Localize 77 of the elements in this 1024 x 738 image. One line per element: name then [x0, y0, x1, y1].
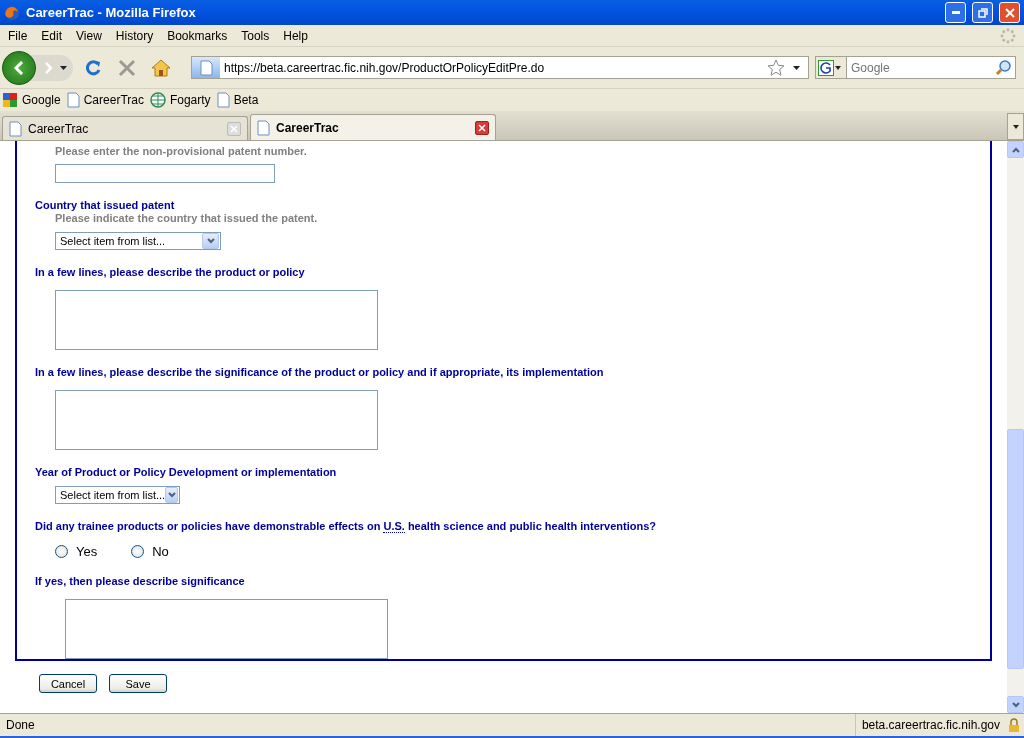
page-icon [257, 119, 270, 136]
menu-item[interactable]: Help [277, 28, 316, 43]
dropdown-arrow-icon[interactable] [60, 65, 67, 70]
padlock-icon [1008, 717, 1020, 733]
bookmark-link[interactable]: Google [2, 92, 61, 108]
field-label: Year of Product or Policy Development or implementation [35, 466, 338, 479]
close-icon [230, 124, 238, 133]
chevron-icon [167, 492, 176, 498]
reload-icon [84, 58, 102, 77]
dropdown-arrow-icon [1012, 124, 1019, 129]
browser-tab[interactable]: CareerTrac [250, 114, 496, 140]
bookmark-link[interactable]: Beta [216, 92, 259, 108]
dropdown[interactable]: Select item from list... [55, 232, 221, 250]
browser-logo-icon [4, 4, 20, 21]
bookmark-link[interactable]: CareerTrac [66, 92, 144, 108]
window-title: CareerTrac - Mozilla Firefox [26, 5, 197, 20]
menu-item[interactable]: View [70, 28, 110, 43]
tab-list-button[interactable] [1007, 113, 1024, 140]
form-button[interactable]: Save [109, 674, 167, 693]
close-icon [1004, 7, 1015, 18]
menu-item[interactable]: Tools [235, 28, 278, 43]
close-icon [478, 123, 486, 132]
address-bar[interactable]: https://beta.careertrac.fic.nih.gov/ProductOrPolicyEditPre.do [191, 56, 809, 79]
back-button[interactable] [2, 50, 36, 85]
radio-button[interactable] [55, 545, 68, 558]
search-icon[interactable] [995, 59, 1012, 76]
form-button[interactable]: Cancel [39, 674, 97, 693]
field-label: If yes, then please describe significance [35, 575, 246, 588]
chevron-icon [206, 238, 215, 244]
field-label: In a few lines, please describe the significance of the product or policy and if appropriate, its implementation [35, 366, 605, 379]
page-icon [9, 120, 22, 137]
stop-icon [118, 58, 136, 77]
dropdown-arrow-icon [835, 65, 841, 70]
scroll-up-button[interactable] [1007, 141, 1024, 158]
menu-item[interactable]: Edit [35, 28, 71, 43]
text-area[interactable] [65, 599, 388, 659]
menu-item[interactable]: File [2, 28, 36, 43]
text-area[interactable] [55, 290, 378, 350]
throbber-icon [1000, 27, 1016, 44]
tab-close-button[interactable] [475, 120, 489, 135]
radio-label: Yes [76, 544, 98, 559]
browser-tab[interactable]: CareerTrac [2, 116, 248, 140]
field-label: Country that issued patent [35, 199, 176, 212]
field-label: Did any trainee products or policies have demonstrable effects on U.S. health science and public health interventions? [35, 520, 658, 533]
star-icon[interactable] [767, 59, 785, 76]
field-label: In a few lines, please describe the product or policy [35, 266, 306, 279]
scroll-down-button[interactable] [1007, 696, 1024, 713]
search-box[interactable]: Google [815, 56, 1016, 79]
address-field[interactable]: https://beta.careertrac.fic.nih.gov/ProductOrPolicyEditPre.do [220, 60, 767, 75]
chevron-up-icon [1011, 146, 1020, 153]
google-icon [2, 92, 18, 108]
menu-item[interactable]: History [109, 28, 162, 43]
menu-item[interactable]: Bookmarks [161, 28, 236, 43]
bookmark-link[interactable]: Fogarty [149, 92, 211, 108]
minimize-icon [951, 11, 960, 14]
globe-icon [149, 92, 166, 108]
restore-icon [977, 7, 988, 18]
field-hint: Please indicate the country that issued the patent. [55, 212, 319, 225]
field-hint: Please enter the non-provisional patent number. [55, 145, 308, 158]
home-icon [151, 58, 171, 77]
text-area[interactable] [55, 390, 378, 450]
radio-button[interactable] [131, 545, 145, 558]
dropdown[interactable]: Select item from list... [55, 486, 180, 504]
minimize-button[interactable] [945, 2, 966, 23]
page-icon [199, 59, 213, 76]
dropdown-arrow-icon[interactable] [793, 65, 800, 70]
chevron-down-icon [1011, 701, 1020, 708]
search-engine-button[interactable] [816, 57, 847, 78]
radio-label: No [152, 544, 169, 559]
google-icon [818, 59, 834, 76]
page-icon [216, 92, 230, 108]
status-text: Done [5, 718, 36, 732]
page-icon [66, 92, 80, 108]
input-field[interactable] [55, 164, 275, 183]
close-button[interactable] [999, 2, 1020, 23]
restore-button[interactable] [972, 2, 993, 23]
scrollbar-thumb[interactable] [1007, 429, 1024, 669]
